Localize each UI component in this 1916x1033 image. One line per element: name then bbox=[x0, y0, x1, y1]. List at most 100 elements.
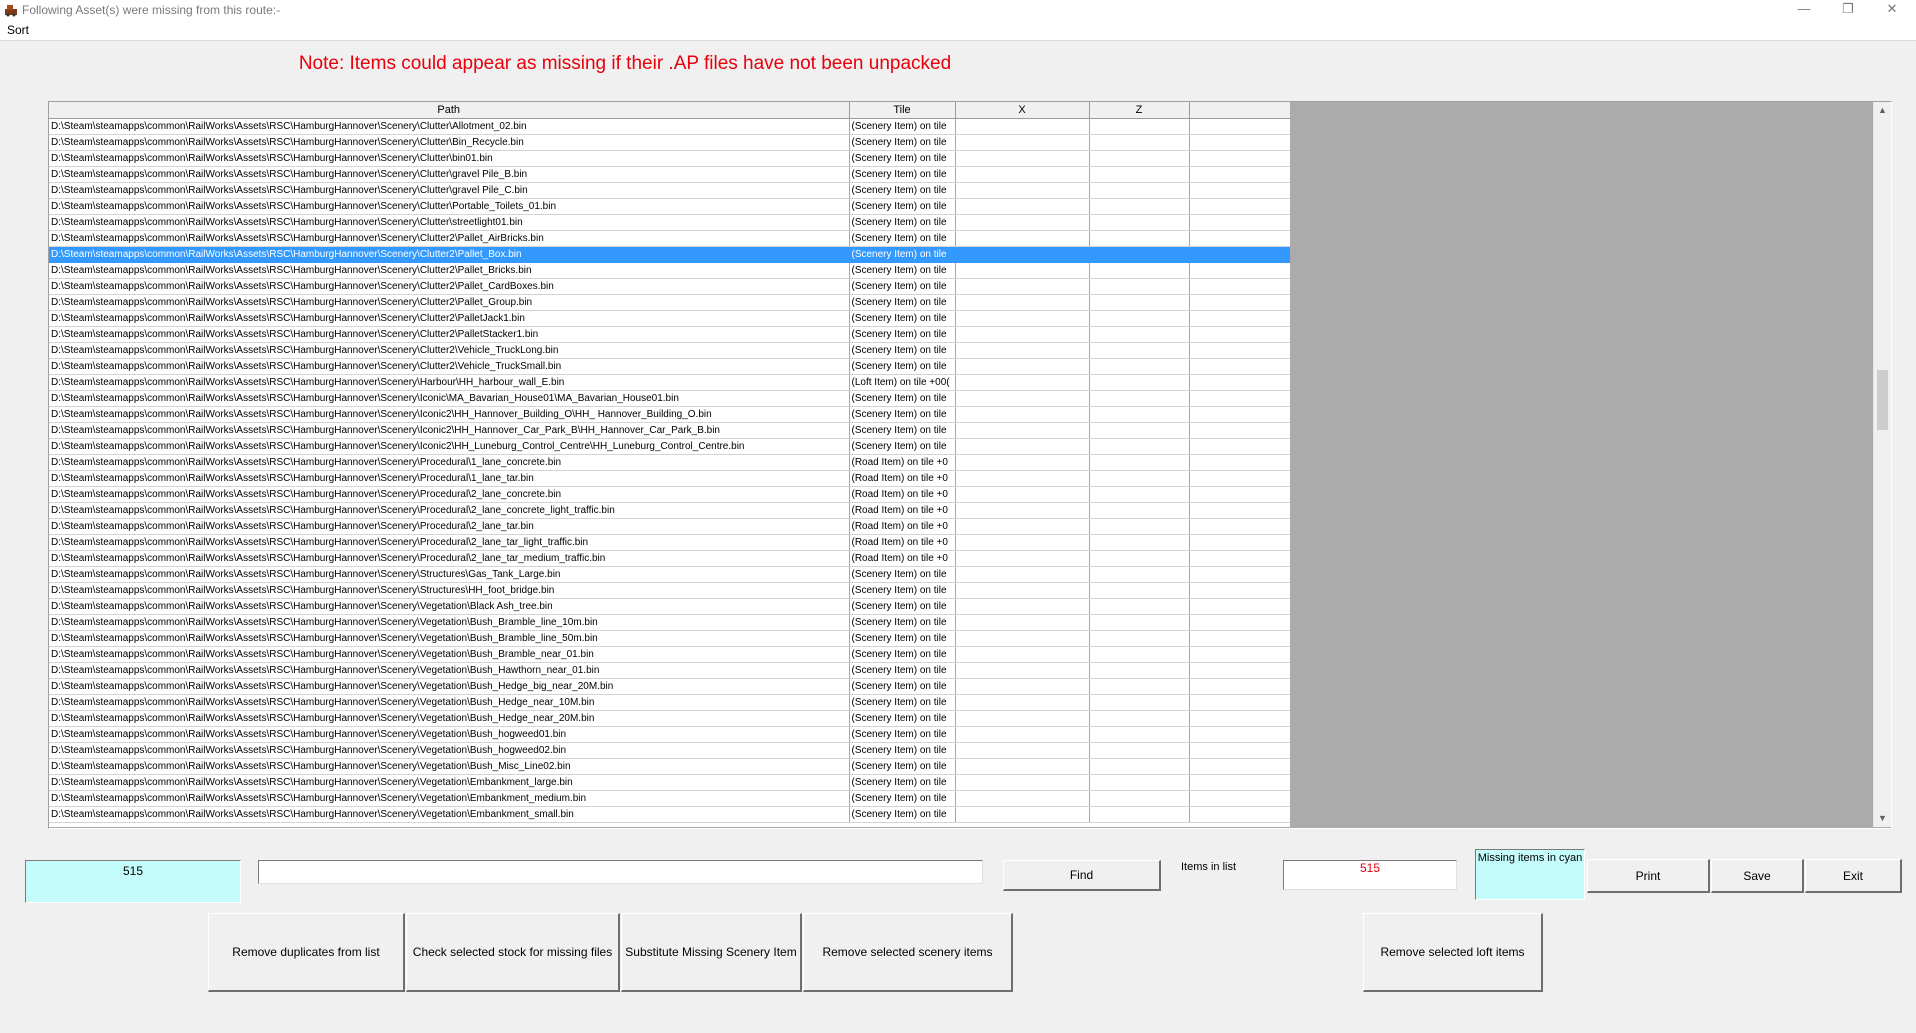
tile-cell: (Scenery Item) on tile bbox=[849, 582, 956, 599]
table-row[interactable]: D:\Steam\steamapps\common\RailWorks\Asse… bbox=[49, 294, 1290, 311]
table-row[interactable]: D:\Steam\steamapps\common\RailWorks\Asse… bbox=[49, 566, 1290, 583]
tile-cell: (Scenery Item) on tile bbox=[849, 422, 956, 439]
tile-cell: (Road Item) on tile +0 bbox=[849, 502, 956, 519]
table-row[interactable]: D:\Steam\steamapps\common\RailWorks\Asse… bbox=[49, 646, 1290, 663]
column-header-path[interactable]: Path bbox=[49, 102, 850, 119]
find-input[interactable] bbox=[258, 860, 983, 884]
save-button[interactable]: Save bbox=[1711, 859, 1804, 893]
table-row[interactable]: D:\Steam\steamapps\common\RailWorks\Asse… bbox=[49, 278, 1290, 295]
table-row[interactable]: D:\Steam\steamapps\common\RailWorks\Asse… bbox=[49, 150, 1290, 167]
path-cell: D:\Steam\steamapps\common\RailWorks\Asse… bbox=[49, 134, 850, 151]
table-row[interactable]: D:\Steam\steamapps\common\RailWorks\Asse… bbox=[49, 678, 1290, 695]
table-row[interactable]: D:\Steam\steamapps\common\RailWorks\Asse… bbox=[49, 310, 1290, 327]
remove-duplicates-button[interactable]: Remove duplicates from list bbox=[208, 913, 405, 992]
remove-scenery-button[interactable]: Remove selected scenery items bbox=[803, 913, 1013, 992]
table-row[interactable]: D:\Steam\steamapps\common\RailWorks\Asse… bbox=[49, 470, 1290, 487]
path-cell: D:\Steam\steamapps\common\RailWorks\Asse… bbox=[49, 486, 850, 503]
scroll-up-icon[interactable]: ▲ bbox=[1874, 102, 1891, 119]
restore-button[interactable]: ❐ bbox=[1826, 0, 1870, 20]
x-cell bbox=[955, 550, 1090, 567]
path-cell: D:\Steam\steamapps\common\RailWorks\Asse… bbox=[49, 550, 850, 567]
table-row[interactable]: D:\Steam\steamapps\common\RailWorks\Asse… bbox=[49, 630, 1290, 647]
table-row[interactable]: D:\Steam\steamapps\common\RailWorks\Asse… bbox=[49, 454, 1290, 471]
table-row[interactable]: D:\Steam\steamapps\common\RailWorks\Asse… bbox=[49, 806, 1290, 823]
path-cell: D:\Steam\steamapps\common\RailWorks\Asse… bbox=[49, 774, 850, 791]
table-row[interactable]: D:\Steam\steamapps\common\RailWorks\Asse… bbox=[49, 230, 1290, 247]
table-row[interactable]: D:\Steam\steamapps\common\RailWorks\Asse… bbox=[49, 518, 1290, 535]
column-header-extra[interactable] bbox=[1189, 102, 1290, 119]
extra-cell bbox=[1189, 182, 1290, 199]
table-row[interactable]: D:\Steam\steamapps\common\RailWorks\Asse… bbox=[49, 758, 1290, 775]
table-row[interactable]: D:\Steam\steamapps\common\RailWorks\Asse… bbox=[49, 582, 1290, 599]
z-cell bbox=[1089, 806, 1190, 823]
column-header-tile[interactable]: Tile bbox=[849, 102, 956, 119]
table-row[interactable]: D:\Steam\steamapps\common\RailWorks\Asse… bbox=[49, 710, 1290, 727]
print-button[interactable]: Print bbox=[1587, 859, 1710, 893]
extra-cell bbox=[1189, 710, 1290, 727]
extra-cell bbox=[1189, 278, 1290, 295]
path-cell: D:\Steam\steamapps\common\RailWorks\Asse… bbox=[49, 646, 850, 663]
exit-button[interactable]: Exit bbox=[1805, 859, 1902, 893]
extra-cell bbox=[1189, 454, 1290, 471]
find-button[interactable]: Find bbox=[1003, 860, 1161, 891]
table-row[interactable]: D:\Steam\steamapps\common\RailWorks\Asse… bbox=[49, 486, 1290, 503]
table-row[interactable]: D:\Steam\steamapps\common\RailWorks\Asse… bbox=[49, 358, 1290, 375]
table-row[interactable]: D:\Steam\steamapps\common\RailWorks\Asse… bbox=[49, 534, 1290, 551]
table-row[interactable]: D:\Steam\steamapps\common\RailWorks\Asse… bbox=[49, 214, 1290, 231]
minimize-button[interactable]: — bbox=[1782, 0, 1826, 20]
table-row[interactable]: D:\Steam\steamapps\common\RailWorks\Asse… bbox=[49, 550, 1290, 567]
table-row[interactable]: D:\Steam\steamapps\common\RailWorks\Asse… bbox=[49, 246, 1290, 263]
z-cell bbox=[1089, 646, 1190, 663]
extra-cell bbox=[1189, 422, 1290, 439]
table-row[interactable]: D:\Steam\steamapps\common\RailWorks\Asse… bbox=[49, 134, 1290, 151]
z-cell bbox=[1089, 342, 1190, 359]
table-row[interactable]: D:\Steam\steamapps\common\RailWorks\Asse… bbox=[49, 790, 1290, 807]
extra-cell bbox=[1189, 470, 1290, 487]
table-row[interactable]: D:\Steam\steamapps\common\RailWorks\Asse… bbox=[49, 166, 1290, 183]
table-row[interactable]: D:\Steam\steamapps\common\RailWorks\Asse… bbox=[49, 406, 1290, 423]
tile-cell: (Scenery Item) on tile bbox=[849, 758, 956, 775]
table-row[interactable]: D:\Steam\steamapps\common\RailWorks\Asse… bbox=[49, 422, 1290, 439]
menu-sort[interactable]: Sort bbox=[7, 23, 29, 37]
table-row[interactable]: D:\Steam\steamapps\common\RailWorks\Asse… bbox=[49, 326, 1290, 343]
x-cell bbox=[955, 758, 1090, 775]
table-row[interactable]: D:\Steam\steamapps\common\RailWorks\Asse… bbox=[49, 694, 1290, 711]
table-row[interactable]: D:\Steam\steamapps\common\RailWorks\Asse… bbox=[49, 598, 1290, 615]
z-cell bbox=[1089, 486, 1190, 503]
table-row[interactable]: D:\Steam\steamapps\common\RailWorks\Asse… bbox=[49, 374, 1290, 391]
x-cell bbox=[955, 726, 1090, 743]
tile-cell: (Scenery Item) on tile bbox=[849, 230, 956, 247]
substitute-scenery-button[interactable]: Substitute Missing Scenery Item bbox=[621, 913, 802, 992]
tile-cell: (Scenery Item) on tile bbox=[849, 294, 956, 311]
close-button[interactable]: ✕ bbox=[1870, 0, 1914, 20]
table-row[interactable]: D:\Steam\steamapps\common\RailWorks\Asse… bbox=[49, 662, 1290, 679]
table-row[interactable]: D:\Steam\steamapps\common\RailWorks\Asse… bbox=[49, 438, 1290, 455]
column-header-x[interactable]: X bbox=[955, 102, 1090, 119]
menu-bar: Sort bbox=[0, 20, 1916, 41]
scroll-down-icon[interactable]: ▼ bbox=[1874, 810, 1891, 827]
table-row[interactable]: D:\Steam\steamapps\common\RailWorks\Asse… bbox=[49, 726, 1290, 743]
extra-cell bbox=[1189, 246, 1290, 263]
table-row[interactable]: D:\Steam\steamapps\common\RailWorks\Asse… bbox=[49, 502, 1290, 519]
extra-cell bbox=[1189, 214, 1290, 231]
table-row[interactable]: D:\Steam\steamapps\common\RailWorks\Asse… bbox=[49, 262, 1290, 279]
table-row[interactable]: D:\Steam\steamapps\common\RailWorks\Asse… bbox=[49, 198, 1290, 215]
scroll-thumb[interactable] bbox=[1877, 370, 1888, 430]
table-row[interactable]: D:\Steam\steamapps\common\RailWorks\Asse… bbox=[49, 614, 1290, 631]
extra-cell bbox=[1189, 566, 1290, 583]
table-row[interactable]: D:\Steam\steamapps\common\RailWorks\Asse… bbox=[49, 182, 1290, 199]
check-stock-button[interactable]: Check selected stock for missing files bbox=[406, 913, 620, 992]
table-row[interactable]: D:\Steam\steamapps\common\RailWorks\Asse… bbox=[49, 774, 1290, 791]
table-row[interactable]: D:\Steam\steamapps\common\RailWorks\Asse… bbox=[49, 342, 1290, 359]
table-row[interactable]: D:\Steam\steamapps\common\RailWorks\Asse… bbox=[49, 742, 1290, 759]
column-header-z[interactable]: Z bbox=[1089, 102, 1190, 119]
z-cell bbox=[1089, 374, 1190, 391]
path-cell: D:\Steam\steamapps\common\RailWorks\Asse… bbox=[49, 630, 850, 647]
z-cell bbox=[1089, 550, 1190, 567]
x-cell bbox=[955, 742, 1090, 759]
z-cell bbox=[1089, 118, 1190, 135]
vertical-scrollbar[interactable]: ▲ ▼ bbox=[1873, 102, 1891, 827]
remove-loft-button[interactable]: Remove selected loft items bbox=[1363, 913, 1543, 992]
table-row[interactable]: D:\Steam\steamapps\common\RailWorks\Asse… bbox=[49, 118, 1290, 135]
table-row[interactable]: D:\Steam\steamapps\common\RailWorks\Asse… bbox=[49, 390, 1290, 407]
